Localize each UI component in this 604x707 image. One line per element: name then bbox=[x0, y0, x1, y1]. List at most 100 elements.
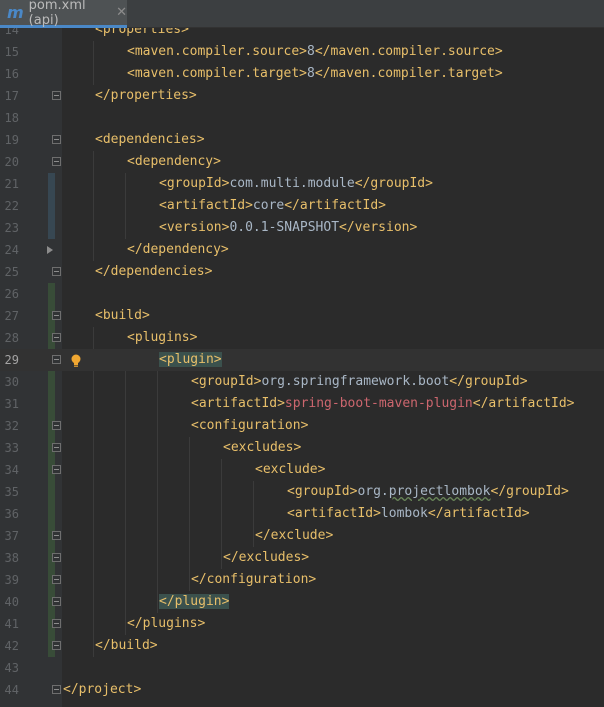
fold-icon[interactable] bbox=[52, 553, 61, 562]
xml-tag: </excludes> bbox=[223, 550, 310, 565]
tab-label: pom.xml (api) bbox=[28, 0, 86, 28]
fold-icon[interactable] bbox=[52, 443, 61, 452]
tab-pom-xml[interactable]: m pom.xml (api) ✕ bbox=[0, 0, 127, 28]
code-text: <properties> bbox=[95, 28, 189, 41]
fold-icon[interactable] bbox=[52, 575, 61, 584]
xml-tag: </project> bbox=[63, 682, 142, 697]
code-line[interactable]: 43 bbox=[0, 657, 604, 679]
xml-tag: </properties> bbox=[95, 88, 197, 103]
code-text: </properties> bbox=[95, 85, 197, 107]
xml-tag: </plugins> bbox=[127, 616, 206, 631]
code-line[interactable]: 25 </dependencies> bbox=[0, 261, 604, 283]
code-text: <build> bbox=[95, 305, 150, 327]
code-line[interactable]: 36 <artifactId>lombok</artifactId> bbox=[0, 503, 604, 525]
line-number: 29 bbox=[4, 353, 19, 367]
code-line[interactable]: 14 <properties> bbox=[0, 28, 604, 41]
fold-icon[interactable] bbox=[52, 135, 61, 144]
code-editor[interactable]: 14 <properties> 15 <maven.compiler.source>8… bbox=[0, 28, 604, 707]
line-number: 28 bbox=[4, 331, 19, 345]
code-line[interactable]: 32 <configuration> bbox=[0, 415, 604, 437]
code-text: </project> bbox=[63, 679, 141, 701]
code-line[interactable]: 15 <maven.compiler.source>8</maven.compil… bbox=[0, 41, 604, 63]
xml-tag: </plugin> bbox=[159, 594, 230, 609]
code-line[interactable]: 31 <artifactId>spring-boot-maven-plugin</… bbox=[0, 393, 604, 415]
code-line[interactable]: 42 </build> bbox=[0, 635, 604, 657]
xml-tag: </groupId> bbox=[490, 484, 569, 499]
code-text: <version>0.0.1-SNAPSHOT</version> bbox=[159, 217, 417, 239]
code-line[interactable]: 19 <dependencies> bbox=[0, 129, 604, 151]
code-line[interactable]: 44 </project> bbox=[0, 679, 604, 701]
code-line[interactable]: 37 </exclude> bbox=[0, 525, 604, 547]
code-line[interactable]: 24 </dependency> bbox=[0, 239, 604, 261]
code-line[interactable]: 26 bbox=[0, 283, 604, 305]
code-line[interactable]: 16 <maven.compiler.target>8</maven.compil… bbox=[0, 63, 604, 85]
code-text: </excludes> bbox=[223, 547, 309, 569]
line-number: 36 bbox=[4, 507, 19, 521]
code-line[interactable]: 29 <plugin> bbox=[0, 349, 604, 371]
fold-icon[interactable] bbox=[52, 619, 61, 628]
line-number: 42 bbox=[4, 639, 19, 653]
fold-icon[interactable] bbox=[52, 267, 61, 276]
code-line[interactable]: 35 <groupId>org.projectlombok</groupId> bbox=[0, 481, 604, 503]
xml-text: org. bbox=[357, 484, 389, 499]
fold-icon[interactable] bbox=[52, 91, 61, 100]
fold-icon[interactable] bbox=[52, 421, 61, 430]
breakpoint-arrow-icon[interactable] bbox=[47, 246, 53, 254]
fold-icon[interactable] bbox=[52, 311, 61, 320]
xml-tag: <exclude> bbox=[255, 462, 326, 477]
fold-icon[interactable] bbox=[52, 597, 61, 606]
xml-text: 8 bbox=[307, 44, 315, 59]
code-text: <plugins> bbox=[127, 327, 197, 349]
code-line[interactable]: 34 <exclude> bbox=[0, 459, 604, 481]
lightbulb-icon[interactable] bbox=[70, 353, 82, 367]
code-line[interactable]: 28 <plugins> bbox=[0, 327, 604, 349]
fold-icon[interactable] bbox=[52, 355, 61, 364]
xml-tag: <excludes> bbox=[223, 440, 302, 455]
line-number: 16 bbox=[4, 67, 19, 81]
line-number: 21 bbox=[4, 177, 19, 191]
maven-icon: m bbox=[7, 3, 24, 22]
xml-text: core bbox=[252, 198, 285, 213]
xml-tag: </artifactId> bbox=[427, 506, 530, 521]
xml-tag: <version> bbox=[159, 220, 230, 235]
fold-icon[interactable] bbox=[52, 641, 61, 650]
line-number: 15 bbox=[4, 45, 19, 59]
xml-tag: </artifactId> bbox=[284, 198, 386, 213]
code-text: <exclude> bbox=[255, 459, 325, 481]
close-icon[interactable]: ✕ bbox=[116, 5, 127, 20]
xml-tag: </configuration> bbox=[191, 572, 317, 587]
fold-icon[interactable] bbox=[52, 531, 61, 540]
xml-tag: </version> bbox=[339, 220, 418, 235]
code-text: <excludes> bbox=[223, 437, 301, 459]
code-line[interactable]: 23 <version>0.0.1-SNAPSHOT</version> bbox=[0, 217, 604, 239]
xml-tag: </groupId> bbox=[449, 374, 528, 389]
fold-icon[interactable] bbox=[52, 685, 61, 694]
code-line[interactable]: 39 </configuration> bbox=[0, 569, 604, 591]
xml-tag: </maven.compiler.source> bbox=[314, 44, 503, 59]
xml-tag: </artifactId> bbox=[472, 396, 575, 411]
code-line[interactable]: 40 </plugin> bbox=[0, 591, 604, 613]
line-number: 22 bbox=[4, 199, 19, 213]
line-number: 31 bbox=[4, 397, 19, 411]
code-line[interactable]: 27 <build> bbox=[0, 305, 604, 327]
fold-icon[interactable] bbox=[52, 333, 61, 342]
line-number: 23 bbox=[4, 221, 19, 235]
code-line[interactable]: 38 </excludes> bbox=[0, 547, 604, 569]
xml-tag: <groupId> bbox=[191, 374, 262, 389]
code-line[interactable]: 30 <groupId>org.springframework.boot</gro… bbox=[0, 371, 604, 393]
code-line[interactable]: 21 <groupId>com.multi.module</groupId> bbox=[0, 173, 604, 195]
code-line[interactable]: 18 bbox=[0, 107, 604, 129]
code-line[interactable]: 22 <artifactId>core</artifactId> bbox=[0, 195, 604, 217]
fold-icon[interactable] bbox=[52, 465, 61, 474]
code-line[interactable]: 17 </properties> bbox=[0, 85, 604, 107]
xml-text: 0.0.1-SNAPSHOT bbox=[229, 220, 340, 235]
xml-text: projectlombok bbox=[388, 484, 491, 499]
xml-tag: <maven.compiler.target> bbox=[127, 66, 308, 81]
fold-icon[interactable] bbox=[52, 157, 61, 166]
code-line[interactable]: 33 <excludes> bbox=[0, 437, 604, 459]
code-line[interactable]: 41 </plugins> bbox=[0, 613, 604, 635]
line-number: 38 bbox=[4, 551, 19, 565]
xml-tag: </exclude> bbox=[255, 528, 334, 543]
xml-tag: <artifactId> bbox=[159, 198, 253, 213]
code-line[interactable]: 20 <dependency> bbox=[0, 151, 604, 173]
